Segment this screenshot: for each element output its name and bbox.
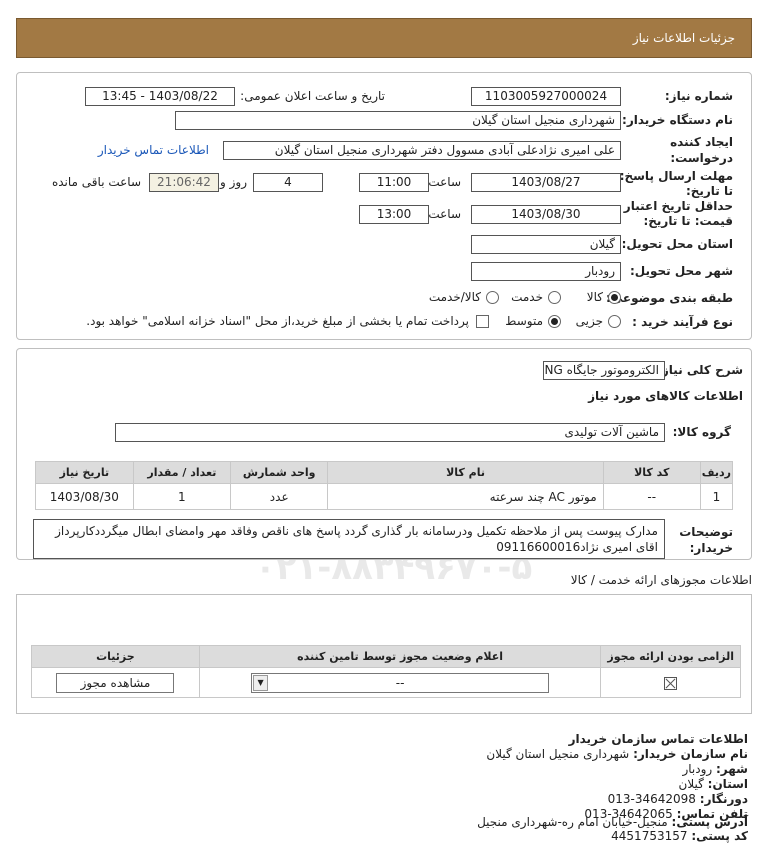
category-radio-goods-service[interactable]	[486, 291, 499, 304]
goods-group-label: گروه کالا:	[672, 425, 731, 439]
category-label: طبقه بندی موضوعی:	[605, 291, 733, 305]
deadline-time-label: ساعت	[428, 175, 461, 189]
deadline-label-2: تا تاریخ:	[685, 184, 733, 198]
goods-table-header: ردیف کد کالا نام کالا واحد شمارش تعداد /…	[35, 461, 734, 484]
category-radio-goods[interactable]	[608, 291, 621, 304]
cell-qty: 1	[132, 483, 232, 510]
col-qty: تعداد / مقدار	[132, 461, 232, 484]
licenses-title: اطلاعات مجوزهای ارائه خدمت / کالا	[570, 573, 752, 587]
buyer-notes-field: مدارک پیوست پس از ملاحظه تکمیل ودرسامانه…	[33, 519, 665, 559]
cell-name: موتور AC چند سرعته	[327, 483, 604, 510]
buyer-notes-label-2: خریدار:	[689, 541, 733, 555]
category-radio-service[interactable]	[548, 291, 561, 304]
validity-label-1: حداقل تاریخ اعتبار	[623, 199, 733, 213]
need-number-label: شماره نیاز:	[664, 89, 733, 103]
contact-title: اطلاعات تماس سازمان خریدار	[568, 732, 748, 746]
remaining-label: ساعت باقی مانده	[51, 175, 141, 189]
contact-org: نام سازمان خریدار: شهرداری منجیل استان گ…	[486, 747, 748, 761]
city-field: رودبار	[471, 262, 621, 281]
need-info-panel: شماره نیاز: 1103005927000024 تاریخ و ساع…	[16, 72, 752, 340]
validity-time-label: ساعت	[428, 207, 461, 221]
deadline-time-field: 11:00	[359, 173, 429, 192]
cell-row: 1	[699, 483, 734, 510]
goods-info-title: اطلاعات کالاهای مورد نیاز	[588, 389, 743, 403]
contact-address-line: آدرس پستی: منجیل-خیابان امام ره-شهرداری …	[477, 815, 748, 829]
city-label: شهر محل تحویل:	[629, 264, 733, 278]
announce-date-field: 1403/08/22 - 13:45	[85, 87, 235, 106]
view-license-button[interactable]: مشاهده مجوز	[56, 672, 175, 693]
col-row: ردیف	[699, 461, 734, 484]
contact-postal: کد پستی: 4451753157	[611, 829, 748, 843]
category-option-goods-service: کالا/خدمت	[428, 290, 481, 304]
buyer-org-field: شهرداری منجیل استان گیلان	[175, 111, 621, 130]
col-license-required: الزامی بودن ارائه مجوز	[600, 645, 741, 668]
remaining-time-field: 21:06:42	[149, 173, 219, 192]
province-field: گیلان	[471, 235, 621, 254]
table-row: -- ▼ مشاهده مجوز	[31, 667, 741, 698]
treasury-payment-checkbox[interactable]	[476, 315, 489, 328]
licenses-panel: الزامی بودن ارائه مجوز اعلام وضعیت مجوز …	[16, 594, 752, 714]
license-status-value: --	[395, 675, 405, 690]
table-row: 1 -- موتور AC چند سرعته عدد 1 1403/08/30	[35, 483, 734, 510]
goods-group-field: ماشین آلات تولیدی	[115, 423, 665, 442]
process-option-minor: جزیی	[575, 314, 603, 328]
col-name: نام کالا	[327, 461, 604, 484]
deadline-date-field: 1403/08/27	[471, 173, 621, 192]
page-title: جزئیات اطلاعات نیاز	[632, 31, 735, 45]
col-license-status: اعلام وضعیت مجوز توسط تامین کننده	[198, 645, 602, 668]
buyer-notes-label-1: توضیحات	[679, 525, 733, 539]
col-need-date: تاریخ نیاز	[35, 461, 134, 484]
creator-label-2: درخواست:	[670, 151, 733, 165]
summary-field: الکتروموتور جایگاه CNG	[543, 361, 665, 380]
need-details-panel: شرح کلی نیاز: الکتروموتور جایگاه CNG اطل…	[16, 348, 752, 560]
chevron-down-icon[interactable]: ▼	[253, 674, 269, 691]
cell-code: --	[602, 483, 701, 510]
license-required-checkbox	[664, 676, 678, 690]
deadline-label-1: مهلت ارسال پاسخ:	[619, 169, 733, 183]
col-license-details: جزئیات	[31, 645, 200, 668]
contact-province: استان: گیلان	[678, 777, 749, 791]
announce-label: تاریخ و ساعت اعلان عمومی:	[240, 89, 385, 103]
cell-unit: عدد	[229, 483, 329, 510]
license-status-select[interactable]: -- ▼	[251, 672, 550, 693]
license-details-cell: مشاهده مجوز	[31, 667, 200, 698]
cell-need-date: 1403/08/30	[35, 483, 134, 510]
treasury-payment-note: پرداخت تمام یا بخشی از مبلغ خرید،از محل …	[86, 314, 469, 328]
license-required-cell	[600, 667, 741, 698]
category-option-goods: کالا	[586, 290, 603, 304]
need-number-field: 1103005927000024	[471, 87, 621, 106]
page-header: جزئیات اطلاعات نیاز	[16, 18, 752, 58]
process-option-medium: متوسط	[505, 314, 543, 328]
creator-label-1: ایجاد کننده	[670, 135, 733, 149]
col-unit: واحد شمارش	[229, 461, 329, 484]
buyer-org-label: نام دستگاه خریدار:	[622, 113, 733, 127]
province-label: استان محل تحویل:	[621, 237, 733, 251]
validity-label-2: قیمت: تا تاریخ:	[643, 214, 733, 228]
process-radio-minor[interactable]	[608, 315, 621, 328]
process-label: نوع فرآیند خرید :	[632, 315, 733, 329]
category-option-service: خدمت	[511, 290, 543, 304]
licenses-table-header: الزامی بودن ارائه مجوز اعلام وضعیت مجوز …	[31, 645, 741, 668]
contact-city: شهر: رودبار	[682, 762, 748, 776]
goods-table: ردیف کد کالا نام کالا واحد شمارش تعداد /…	[35, 461, 734, 510]
validity-date-field: 1403/08/30	[471, 205, 621, 224]
summary-label: شرح کلی نیاز:	[657, 363, 743, 377]
licenses-table: الزامی بودن ارائه مجوز اعلام وضعیت مجوز …	[31, 645, 741, 698]
buyer-contact-link[interactable]: اطلاعات تماس خریدار	[98, 143, 209, 157]
creator-field: علی امیری نژادعلی آبادی مسوول دفتر شهردا…	[223, 141, 621, 160]
days-remaining-field: 4	[253, 173, 323, 192]
contact-fax: دورنگار: 013-34642098	[607, 792, 748, 806]
process-radio-medium[interactable]	[548, 315, 561, 328]
col-code: کد کالا	[602, 461, 701, 484]
license-status-cell: -- ▼	[198, 667, 602, 698]
days-label: روز و	[220, 175, 247, 189]
validity-time-field: 13:00	[359, 205, 429, 224]
